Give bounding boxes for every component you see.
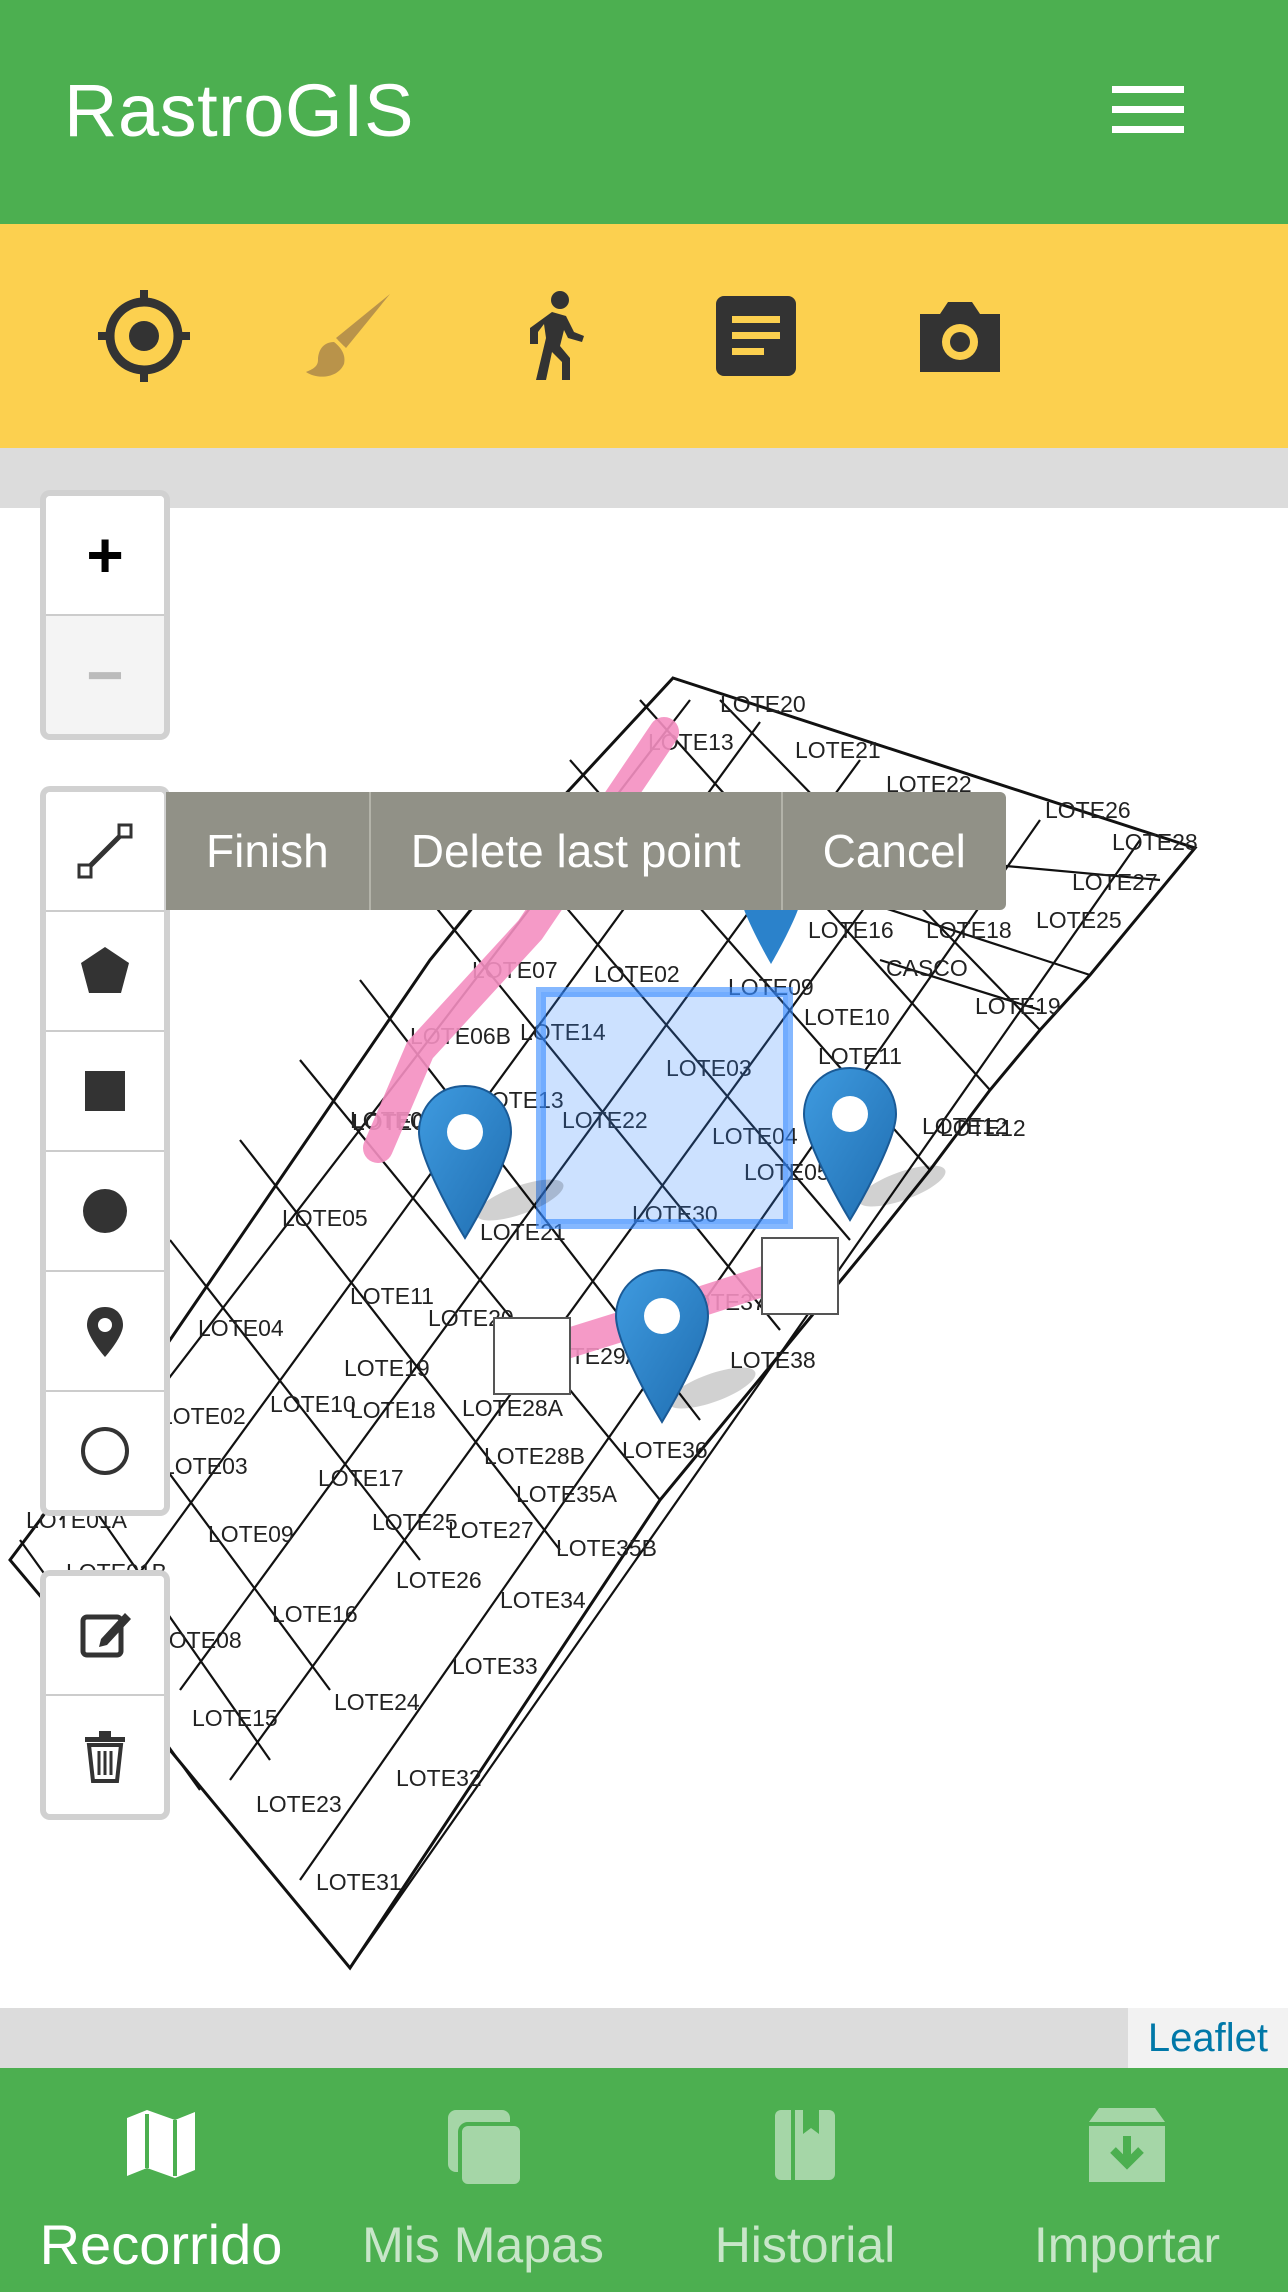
lot-label: LOTE24	[334, 1689, 420, 1715]
lot-label: LOTE15	[192, 1705, 278, 1731]
leaflet-attribution-link[interactable]: Leaflet	[1127, 2008, 1288, 2068]
zoom-in-button[interactable]: +	[46, 496, 164, 616]
zoom-out-label: −	[86, 639, 124, 711]
nav-label: Importar	[1033, 2217, 1221, 2273]
vertex-handle	[493, 1317, 571, 1395]
hamburger-menu-icon[interactable]	[1110, 82, 1186, 138]
draw-polygon-button[interactable]	[46, 912, 164, 1032]
nav-item-importar[interactable]: Importar	[966, 2068, 1288, 2292]
selection-rectangle	[536, 987, 793, 1229]
polygon-icon	[81, 947, 129, 993]
draw-actions-bar: Finish Delete last point Cancel	[166, 792, 1006, 910]
lot-label: LOTE27	[448, 1517, 534, 1543]
lot-label: LOTE20	[720, 691, 806, 717]
draw-circle-button[interactable]	[46, 1152, 164, 1272]
map-top-gutter	[0, 448, 1288, 508]
map-bottom-gutter	[0, 2008, 1288, 2068]
map-marker-icon[interactable]	[612, 1266, 712, 1426]
lot-label: LOTE02	[160, 1403, 246, 1429]
lot-label: LOTE27	[1072, 869, 1158, 895]
lot-label: LOTE12	[940, 1115, 1026, 1141]
draw-toolbar	[40, 786, 170, 1516]
lot-label: LOTE23	[256, 1791, 342, 1817]
vertex-handle	[761, 1237, 839, 1315]
lot-label: LOTE18	[926, 917, 1012, 943]
lot-label: LOTE35A	[516, 1481, 618, 1507]
lot-label: LOTE25	[1036, 907, 1122, 933]
draw-polyline-button[interactable]	[46, 792, 164, 912]
lot-label: LOTE19	[344, 1355, 430, 1381]
nav-item-recorrido[interactable]: Recorrido	[0, 2068, 322, 2292]
lot-label: LOTE28B	[484, 1443, 585, 1469]
lot-label: LOTE09	[208, 1521, 294, 1547]
lot-label: LOTE16	[808, 917, 894, 943]
lot-label: CASCO	[886, 955, 968, 981]
walking-person-icon[interactable]	[496, 280, 608, 392]
lot-label: LOTE10	[270, 1391, 356, 1417]
lot-label: LOTE28A	[462, 1395, 564, 1421]
trash-icon	[85, 1731, 125, 1783]
lot-label: LOTE10	[804, 1004, 890, 1030]
nav-label: Mis Mapas	[362, 2217, 604, 2273]
lot-label: LOTE26	[396, 1567, 482, 1593]
circle-icon	[83, 1189, 127, 1233]
marker-icon	[87, 1307, 123, 1357]
lot-label: LOTE18	[350, 1397, 436, 1423]
lot-label: LOTE21	[795, 737, 881, 763]
delete-last-point-button[interactable]: Delete last point	[371, 792, 783, 910]
draw-circle-marker-button[interactable]	[46, 1392, 164, 1510]
lot-label: LOTE02	[594, 961, 680, 987]
lot-label: LOTE36	[622, 1437, 708, 1463]
nav-label: Historial	[714, 2217, 896, 2273]
layers-icon	[448, 2110, 524, 2188]
finish-button[interactable]: Finish	[166, 792, 371, 910]
lot-label: LOTE31	[316, 1869, 402, 1895]
map-canvas[interactable]: LOTE20 LOTE13 LOTE21 LOTE22 LOTE26 LOTE2…	[0, 508, 1288, 2008]
notes-icon[interactable]	[700, 280, 812, 392]
app-title: RastroGIS	[64, 69, 414, 152]
lot-label: LOTE34	[500, 1587, 586, 1613]
nav-label: Recorrido	[39, 2213, 283, 2276]
lots-layer: LOTE20 LOTE13 LOTE21 LOTE22 LOTE26 LOTE2…	[8, 676, 1198, 1971]
lot-label: LOTE04	[198, 1315, 284, 1341]
map-icon	[127, 2110, 195, 2178]
lot-label: LOTE32	[396, 1765, 482, 1791]
brush-icon[interactable]	[292, 280, 404, 392]
lot-label: LOTE16	[272, 1601, 358, 1627]
edit-toolbar	[40, 1570, 170, 1820]
draw-marker-button[interactable]	[46, 1272, 164, 1392]
draw-rectangle-button[interactable]	[46, 1032, 164, 1152]
edit-layers-button[interactable]	[46, 1576, 164, 1696]
zoom-in-label: +	[86, 519, 124, 591]
camera-icon[interactable]	[904, 280, 1016, 392]
cancel-button[interactable]: Cancel	[783, 792, 1006, 910]
map-marker-icon[interactable]	[800, 1064, 900, 1224]
nav-item-mis-mapas[interactable]: Mis Mapas	[322, 2068, 644, 2292]
zoom-control: + −	[40, 490, 170, 740]
gps-location-icon[interactable]	[88, 280, 200, 392]
book-icon	[775, 2110, 835, 2180]
delete-layers-button[interactable]	[46, 1696, 164, 1814]
lot-label: LOTE03	[162, 1453, 248, 1479]
edit-icon	[80, 1613, 131, 1658]
zoom-out-button[interactable]: −	[46, 616, 164, 734]
circle-marker-icon	[81, 1427, 129, 1475]
polyline-icon	[77, 823, 133, 879]
archive-download-icon	[1089, 2108, 1165, 2182]
lot-label: LOTE17	[318, 1465, 404, 1491]
lot-label: LOTE11	[350, 1283, 434, 1309]
map-marker-icon[interactable]	[736, 904, 806, 964]
lot-label: LOTE25	[372, 1509, 458, 1535]
map-marker-icon[interactable]	[415, 1082, 515, 1242]
lot-label: LOTE05	[282, 1205, 368, 1231]
rectangle-icon	[85, 1071, 125, 1111]
lot-label: LOTE28	[1112, 829, 1198, 855]
lot-label: LOTE19	[975, 993, 1061, 1019]
lot-label: LOTE26	[1045, 797, 1131, 823]
lot-label: LOTE33	[452, 1653, 538, 1679]
lot-label: LOTE35B	[556, 1535, 657, 1561]
nav-item-historial[interactable]: Historial	[644, 2068, 966, 2292]
